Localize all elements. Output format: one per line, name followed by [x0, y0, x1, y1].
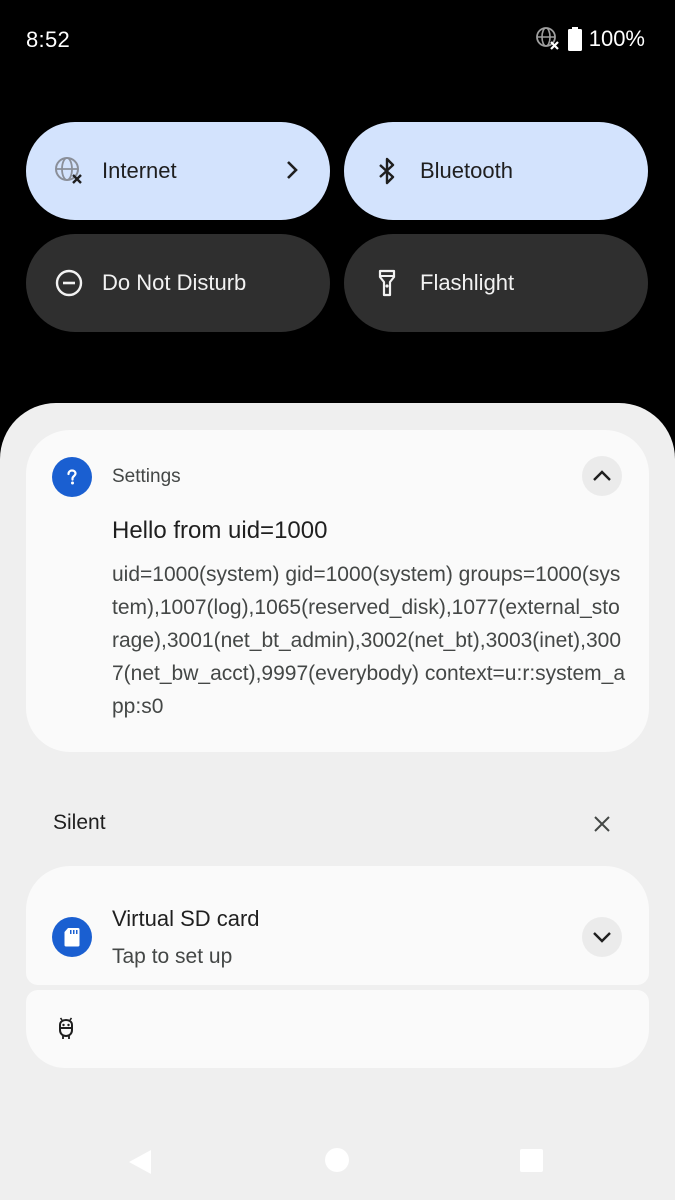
collapse-button[interactable]: [582, 456, 622, 496]
tile-internet-label: Internet: [102, 158, 177, 183]
globe-no-connection-icon: [535, 26, 561, 52]
tile-do-not-disturb-label: Do Not Disturb: [102, 270, 247, 295]
tile-bluetooth[interactable]: Bluetooth: [344, 122, 648, 220]
battery-percent: 100%: [588, 26, 645, 51]
close-icon: [594, 816, 610, 832]
notification-body: uid=1000(system) gid=1000(system) groups…: [112, 563, 626, 718]
sd-card-subtitle: Tap to set up: [112, 945, 233, 968]
tile-internet[interactable]: Internet: [26, 122, 330, 220]
android-debug-icon: [54, 1017, 78, 1041]
expand-button[interactable]: [582, 917, 622, 957]
status-time: 8:52: [26, 27, 71, 52]
navigation-bar: [0, 1120, 675, 1200]
question-mark-icon: [52, 457, 92, 497]
status-icons: 100%: [535, 26, 645, 52]
recents-icon[interactable]: [520, 1149, 543, 1172]
chevron-up-icon: [593, 470, 611, 481]
tile-flashlight-label: Flashlight: [420, 270, 515, 295]
notification-virtual-sd-card[interactable]: Virtual SD card Tap to set up: [26, 866, 649, 985]
status-bar: 8:52 100%: [0, 0, 675, 80]
notification-title: Hello from uid=1000: [112, 517, 328, 544]
silent-section-header: Silent: [53, 811, 106, 834]
flashlight-icon: [372, 268, 402, 298]
globe-icon: [54, 156, 84, 186]
tile-do-not-disturb[interactable]: Do Not Disturb: [26, 234, 330, 332]
notification-settings[interactable]: Settings Hello from uid=1000 uid=1000(sy…: [26, 430, 649, 752]
chevron-down-icon: [593, 932, 611, 943]
bluetooth-icon: [372, 156, 402, 186]
battery-full-icon: [567, 26, 583, 52]
sd-card-icon: [52, 917, 92, 957]
chevron-right-icon: [280, 158, 304, 182]
tile-flashlight[interactable]: Flashlight: [344, 234, 648, 332]
home-icon[interactable]: [325, 1148, 349, 1172]
back-icon[interactable]: [127, 1148, 153, 1181]
sd-card-title: Virtual SD card: [112, 906, 260, 931]
clear-silent-button[interactable]: [588, 810, 616, 838]
notification-app-name: Settings: [112, 466, 181, 487]
tile-bluetooth-label: Bluetooth: [420, 158, 513, 183]
notification-android-debug[interactable]: [26, 990, 649, 1068]
do-not-disturb-icon: [54, 268, 84, 298]
